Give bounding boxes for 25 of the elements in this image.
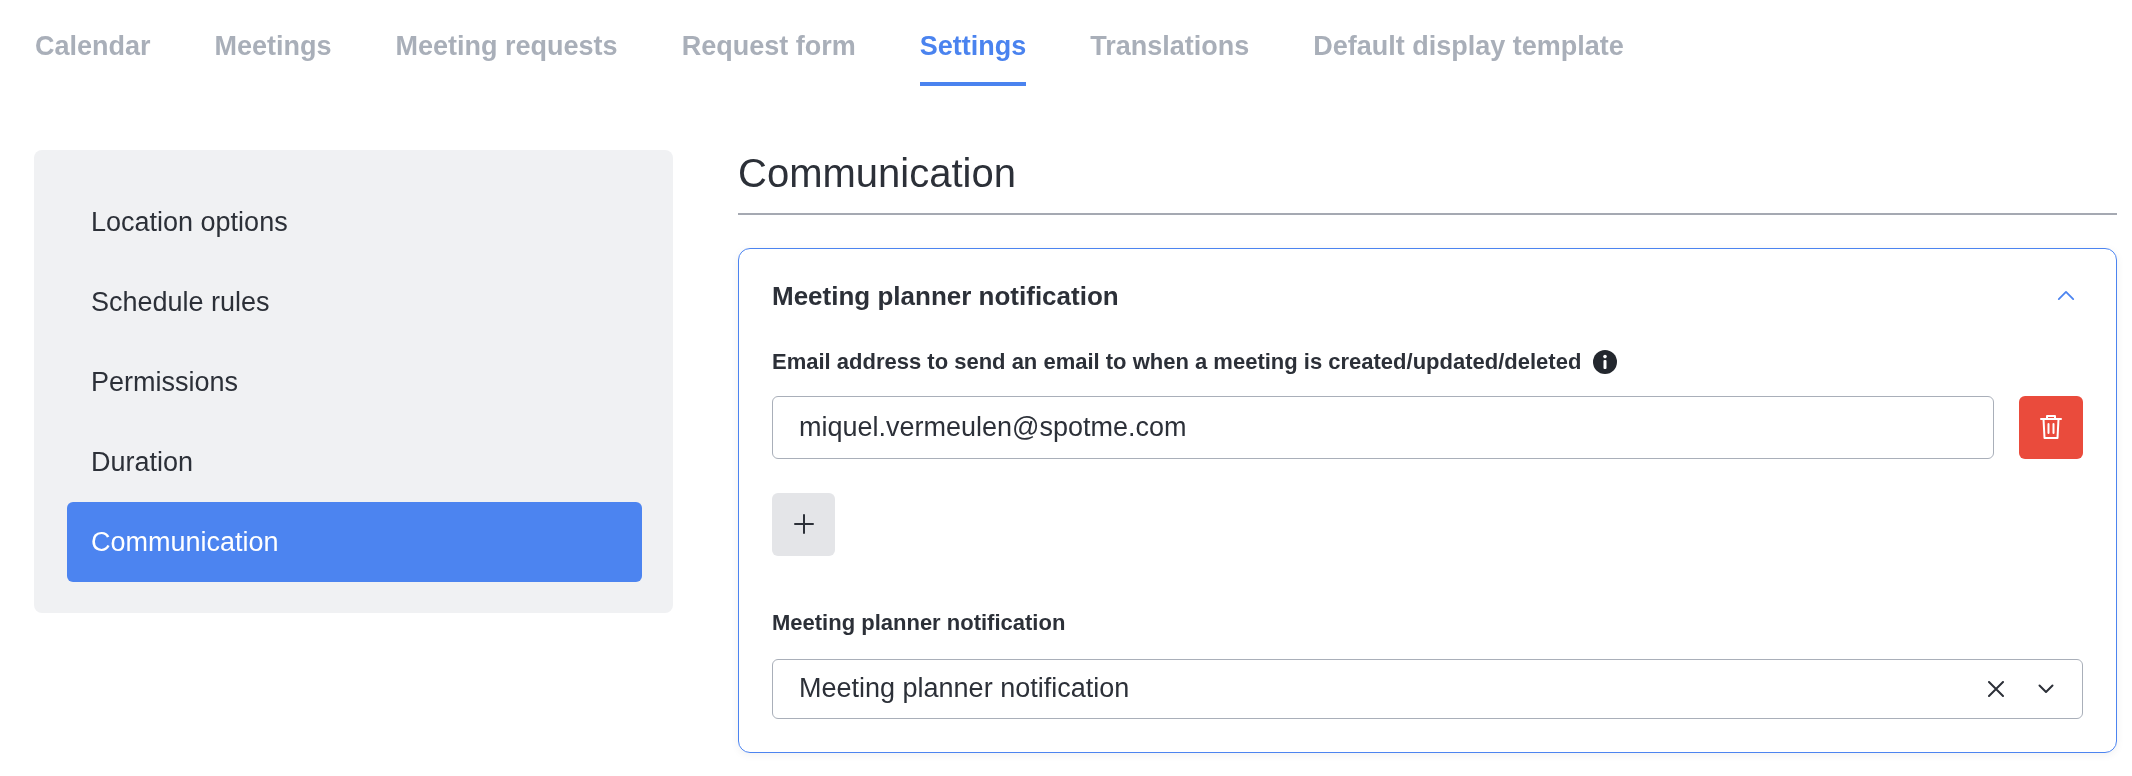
nav-tab[interactable]: Settings <box>919 0 1027 86</box>
sidebar-item[interactable]: Schedule rules <box>67 262 642 342</box>
card-title: Meeting planner notification <box>772 279 1119 312</box>
sidebar-item[interactable]: Communication <box>67 502 642 582</box>
field-label: Meeting planner notification <box>772 608 1066 637</box>
sidebar-item[interactable]: Duration <box>67 422 642 502</box>
template-select[interactable]: Meeting planner notification <box>772 658 2083 719</box>
section-heading: Communication <box>738 150 1017 196</box>
nav-tab[interactable]: Meeting requests <box>395 0 618 86</box>
nav-tab[interactable]: Meetings <box>214 0 332 86</box>
nav-tab[interactable]: Calendar <box>35 0 151 86</box>
chevron-down-icon[interactable] <box>2038 683 2054 694</box>
nav-tab[interactable]: Translations <box>1090 0 1250 86</box>
info-icon[interactable] <box>1593 349 1618 374</box>
delete-button[interactable] <box>2019 395 2083 459</box>
clear-icon[interactable] <box>1988 680 2004 697</box>
sidebar-item[interactable]: Location options <box>67 182 642 262</box>
email-input-field[interactable]: miquel.vermeulen@spotme.com <box>772 395 1994 459</box>
nav-tab[interactable]: Default display template <box>1313 0 1624 86</box>
sidebar-item[interactable]: Permissions <box>67 342 642 422</box>
plus-icon <box>793 514 814 534</box>
field-label: Email address to send an email to when a meeting is created/updated/deleted <box>772 347 1582 376</box>
chevron-up-icon[interactable] <box>2057 290 2075 301</box>
nav-tab[interactable]: Request form <box>681 0 856 86</box>
trash-icon <box>2040 414 2062 440</box>
